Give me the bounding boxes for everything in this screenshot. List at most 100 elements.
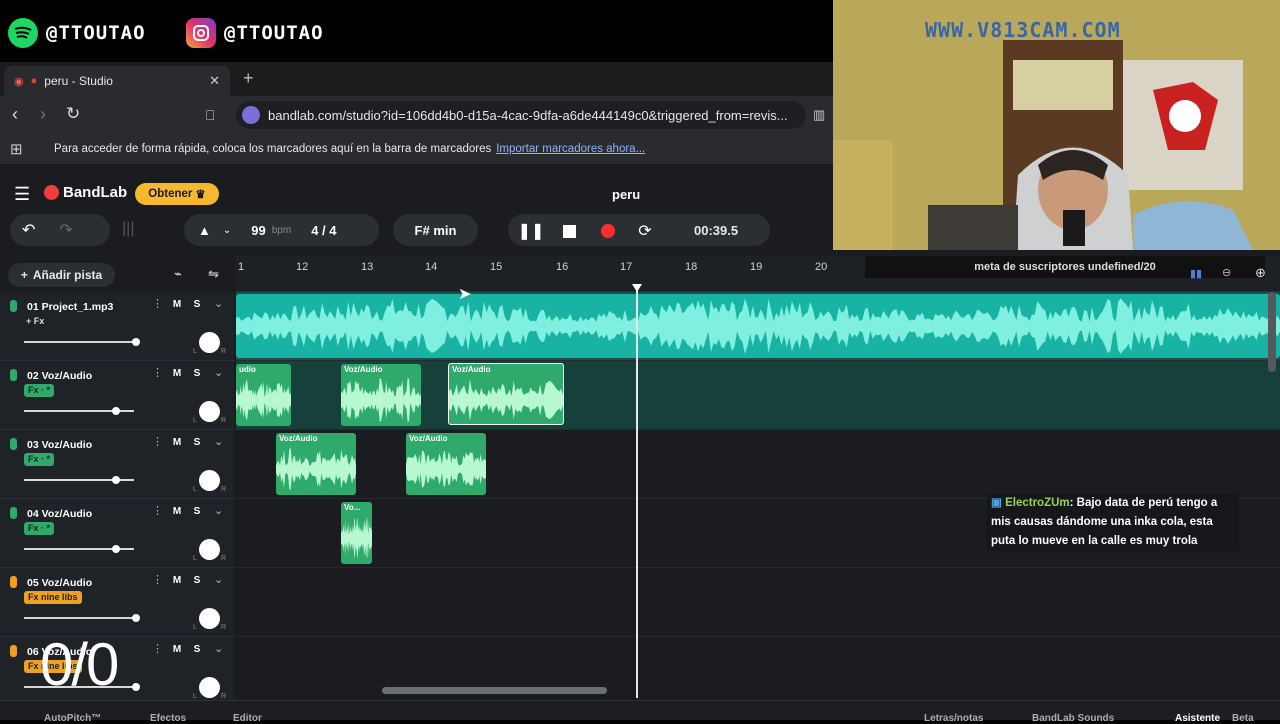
forward-icon[interactable]: › bbox=[40, 104, 46, 125]
pause-icon[interactable]: ❚❚ bbox=[518, 220, 545, 242]
zoom-in-icon[interactable]: ⊕ bbox=[1255, 265, 1266, 281]
track-more-icon[interactable]: ⋮ bbox=[152, 297, 163, 310]
assistant-tab[interactable]: Asistente bbox=[1175, 713, 1220, 724]
fx-badge[interactable]: Fx nine libs bbox=[24, 591, 82, 604]
mic-icon[interactable] bbox=[10, 507, 17, 519]
audio-clip[interactable]: Voz/Audio bbox=[406, 433, 486, 495]
metronome-icon[interactable]: ▲ bbox=[198, 223, 211, 238]
volume-slider[interactable] bbox=[24, 338, 140, 346]
autopitch-tab[interactable]: AutoPitch™ bbox=[44, 713, 101, 724]
zoom-out-icon[interactable]: ⊖ bbox=[1222, 266, 1231, 279]
volume-slider[interactable] bbox=[24, 614, 140, 622]
track-settings-icon[interactable]: ⇋ bbox=[208, 266, 219, 282]
track-name[interactable]: 05 Voz/Audio bbox=[27, 577, 92, 589]
mute-button[interactable]: M bbox=[168, 435, 186, 451]
volume-slider-handle[interactable] bbox=[112, 545, 120, 553]
solo-button[interactable]: S bbox=[188, 366, 206, 382]
solo-button[interactable]: S bbox=[188, 504, 206, 520]
lyrics-tab[interactable]: Letras/notas bbox=[924, 713, 983, 724]
mic-icon[interactable] bbox=[10, 369, 17, 381]
new-tab-icon[interactable]: + bbox=[243, 68, 254, 89]
add-track-button[interactable]: + Añadir pista bbox=[8, 263, 115, 287]
audio-clip[interactable]: Voz/Audio bbox=[341, 364, 421, 426]
volume-slider[interactable] bbox=[24, 476, 134, 484]
mute-button[interactable]: M bbox=[168, 366, 186, 382]
track-more-icon[interactable]: ⋮ bbox=[152, 573, 163, 586]
mute-button[interactable]: M bbox=[168, 573, 186, 589]
loop-icon[interactable]: ⟳ bbox=[634, 220, 656, 242]
volume-slider-handle[interactable] bbox=[132, 614, 140, 622]
chevron-down-icon[interactable]: ⌄ bbox=[214, 435, 223, 448]
time-signature[interactable]: 4 / 4 bbox=[311, 223, 336, 238]
volume-slider-handle[interactable] bbox=[132, 338, 140, 346]
track-more-icon[interactable]: ⋮ bbox=[152, 435, 163, 448]
pan-knob[interactable] bbox=[199, 608, 220, 629]
solo-button[interactable]: S bbox=[188, 573, 206, 589]
mixer-icon[interactable]: ||| bbox=[122, 220, 134, 238]
record-icon[interactable] bbox=[597, 220, 619, 242]
track-header[interactable]: 03 Voz/Audio Fx · * ⋮ M S ⌄ L R bbox=[0, 430, 234, 499]
fx-badge[interactable]: Fx · * bbox=[24, 453, 55, 466]
mute-button[interactable]: M bbox=[168, 642, 186, 658]
project-title[interactable]: peru bbox=[612, 187, 640, 202]
chevron-down-icon[interactable]: ⌄ bbox=[214, 573, 223, 586]
tempo-value[interactable]: 99 bbox=[251, 223, 265, 238]
mic-icon[interactable] bbox=[10, 576, 17, 588]
mute-button[interactable]: M bbox=[168, 504, 186, 520]
pan-knob[interactable] bbox=[199, 401, 220, 422]
volume-slider-handle[interactable] bbox=[112, 407, 120, 415]
mic-icon[interactable] bbox=[10, 438, 17, 450]
audio-clip[interactable]: Voz/Audio bbox=[276, 433, 356, 495]
site-info-icon[interactable] bbox=[242, 106, 260, 124]
pan-knob[interactable] bbox=[199, 332, 220, 353]
solo-button[interactable]: S bbox=[188, 297, 206, 313]
mute-button[interactable]: M bbox=[168, 297, 186, 313]
solo-button[interactable]: S bbox=[188, 435, 206, 451]
stop-icon[interactable] bbox=[558, 220, 580, 242]
fx-badge[interactable]: Fx · * bbox=[24, 384, 55, 397]
pan-knob[interactable] bbox=[199, 539, 220, 560]
chevron-down-icon[interactable]: ⌄ bbox=[214, 297, 223, 310]
track-header[interactable]: 02 Voz/Audio Fx · * ⋮ M S ⌄ L R bbox=[0, 361, 234, 430]
metronome-dropdown-icon[interactable]: ⌄ bbox=[223, 225, 231, 236]
track-name[interactable]: 04 Voz/Audio bbox=[27, 508, 92, 520]
track-header[interactable]: 05 Voz/Audio Fx nine libs ⋮ M S ⌄ L R bbox=[0, 568, 234, 637]
bandlab-logo[interactable]: BandLab bbox=[44, 184, 127, 201]
reader-mode-icon[interactable]: ▥ bbox=[813, 107, 825, 123]
sounds-tab[interactable]: BandLab Sounds bbox=[1032, 713, 1114, 724]
fx-badge[interactable]: Fx · * bbox=[24, 522, 55, 535]
solo-button[interactable]: S bbox=[188, 642, 206, 658]
redo-icon[interactable]: ↷ bbox=[59, 220, 72, 240]
track-name[interactable]: 01 Project_1.mp3 bbox=[27, 301, 113, 313]
get-membership-button[interactable]: Obtener ♛ bbox=[135, 183, 219, 205]
audio-clip[interactable] bbox=[236, 294, 1280, 358]
editor-tab[interactable]: Editor bbox=[233, 713, 262, 724]
track-more-icon[interactable]: ⋮ bbox=[152, 642, 163, 655]
undo-icon[interactable]: ↶ bbox=[22, 220, 35, 240]
track-more-icon[interactable]: ⋮ bbox=[152, 504, 163, 517]
back-icon[interactable]: ‹ bbox=[12, 104, 18, 125]
chevron-down-icon[interactable]: ⌄ bbox=[214, 642, 223, 655]
import-bookmarks-link[interactable]: Importar marcadores ahora... bbox=[496, 143, 645, 155]
vertical-scrollbar[interactable] bbox=[1268, 292, 1276, 372]
apps-grid-icon[interactable]: ⊞ bbox=[10, 140, 23, 158]
track-header[interactable]: 04 Voz/Audio Fx · * ⋮ M S ⌄ L R bbox=[0, 499, 234, 568]
track-header[interactable]: 01 Project_1.mp3 + Fx ⋮ M S ⌄ L R bbox=[0, 292, 234, 361]
menu-icon[interactable]: ☰ bbox=[14, 184, 30, 205]
volume-slider-handle[interactable] bbox=[112, 476, 120, 484]
volume-slider[interactable] bbox=[24, 407, 134, 415]
track-name[interactable]: 03 Voz/Audio bbox=[27, 439, 92, 451]
playhead[interactable] bbox=[636, 288, 638, 698]
audio-clip[interactable]: Vo... bbox=[341, 502, 372, 564]
effects-tab[interactable]: Efectos bbox=[150, 713, 186, 724]
volume-slider[interactable] bbox=[24, 545, 134, 553]
mic-icon[interactable] bbox=[10, 645, 17, 657]
chevron-down-icon[interactable]: ⌄ bbox=[214, 366, 223, 379]
track-name[interactable]: 02 Voz/Audio bbox=[27, 370, 92, 382]
chevron-down-icon[interactable]: ⌄ bbox=[214, 504, 223, 517]
pan-knob[interactable] bbox=[199, 470, 220, 491]
key-selector[interactable]: F# min bbox=[393, 214, 478, 246]
horizontal-scrollbar[interactable] bbox=[382, 687, 607, 694]
browser-tab[interactable]: ◉ ● peru - Studio ✕ bbox=[4, 66, 230, 96]
reload-icon[interactable]: ↻ bbox=[66, 104, 80, 124]
